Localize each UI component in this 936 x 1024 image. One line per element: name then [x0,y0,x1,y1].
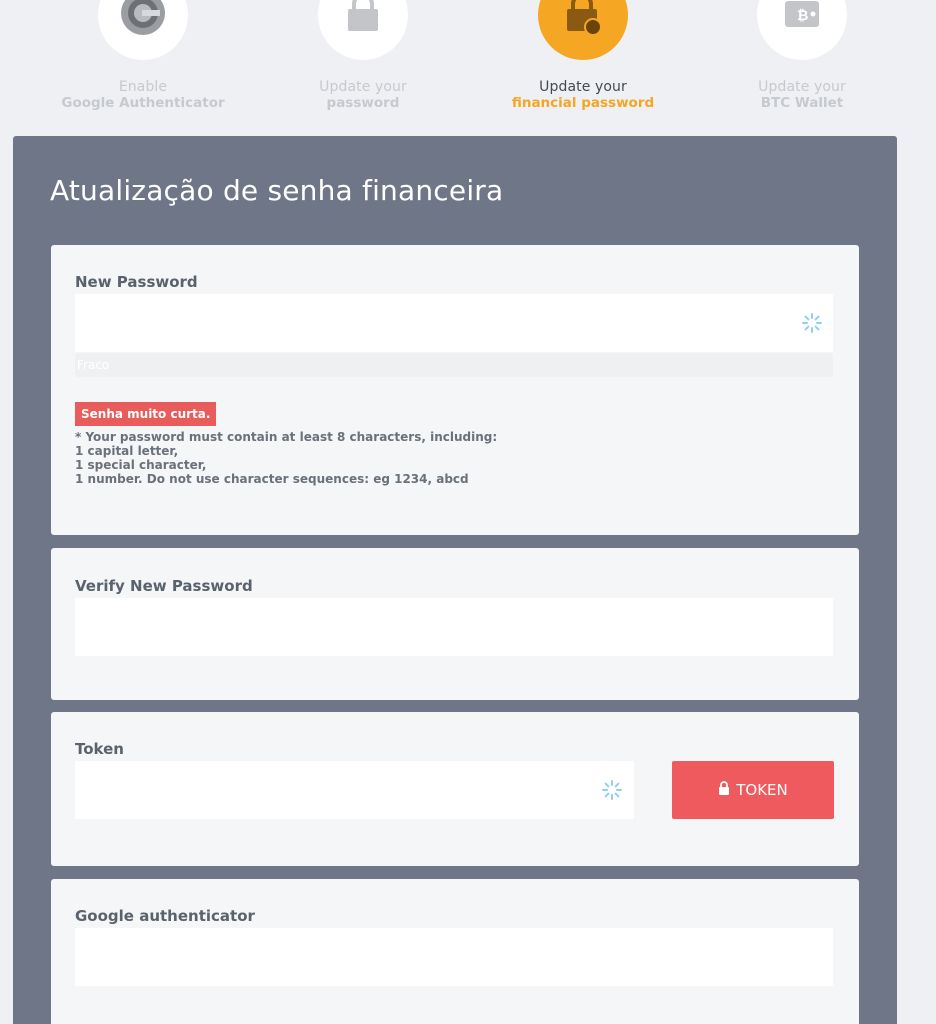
hint-line: 1 number. Do not use character sequences… [75,472,469,486]
password-error-badge: Senha muito curta. [75,402,217,426]
token-label: Token [75,740,124,758]
padlock-coin-icon [561,0,605,40]
request-token-button[interactable]: TOKEN [672,761,834,819]
token-card: Token TOKEN [51,712,859,866]
step-circle [98,0,188,60]
step-line1: Update your [539,79,627,95]
bitcoin-wallet-icon: ₿ [781,0,823,37]
token-input[interactable] [75,761,634,819]
google-authenticator-card: Google authenticator [51,879,859,1024]
google-authenticator-icon [118,0,168,42]
step-line1: Enable [118,79,168,95]
new-password-input[interactable] [75,294,833,352]
step-circle [538,0,628,60]
step-circle: ₿ [757,0,847,60]
password-strength-text: Fraco [77,358,110,372]
hint-line: 1 capital letter, [75,444,179,458]
step-line2: BTC Wallet [760,95,844,111]
password-strength-meter: Fraco [75,353,833,377]
verify-password-label: Verify New Password [75,577,253,595]
hint-line: * Your password must contain at least 8 … [75,430,498,444]
padlock-icon [343,0,383,39]
step-line2: Google Authenticator [61,95,225,111]
step-line1: Update your [319,79,407,95]
step-line2: financial password [511,95,655,111]
hint-line: 1 special character, [75,458,207,472]
verify-password-input[interactable] [75,598,833,656]
progress-steps: Enable Google Authenticator Update your … [0,0,936,130]
loading-spinner-icon [802,313,822,333]
password-requirements-hint: * Your password must contain at least 8 … [75,430,775,486]
google-authenticator-label: Google authenticator [75,907,255,925]
svg-text:₿: ₿ [797,8,808,24]
new-password-label: New Password [75,273,198,291]
page-title: Atualização de senha financeira [50,174,504,207]
google-authenticator-input[interactable] [75,928,833,986]
token-button-label: TOKEN [736,781,788,799]
financial-password-panel: Atualização de senha financeira New Pass… [13,136,897,1024]
verify-password-card: Verify New Password [51,548,859,700]
step-line2: password [326,95,400,111]
step-circle [318,0,408,60]
new-password-card: New Password Fraco Senha muito curta. * … [51,245,859,535]
loading-spinner-icon [602,780,622,800]
lock-icon [718,781,730,799]
step-line1: Update your [758,79,846,95]
